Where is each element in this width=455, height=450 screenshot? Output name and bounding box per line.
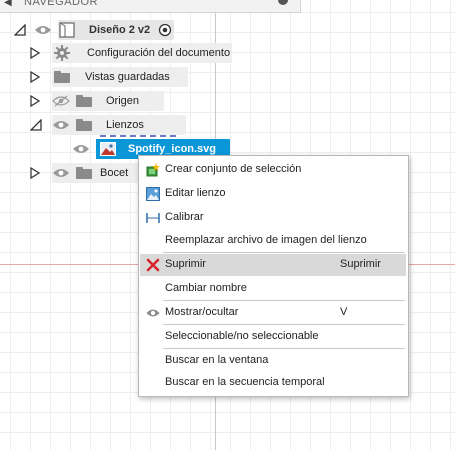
menu-separator xyxy=(163,348,405,349)
menu-separator xyxy=(163,300,405,301)
delete-x-icon xyxy=(146,258,160,272)
menu-item-create-selection-set[interactable]: Crear conjunto de selección xyxy=(140,159,406,181)
folder-icon xyxy=(76,119,92,131)
context-menu: Crear conjunto de selección Editar lienz… xyxy=(138,155,409,397)
menu-item-find-in-window[interactable]: Buscar en la ventana xyxy=(140,350,406,372)
menu-item-edit-canvas[interactable]: Editar lienzo xyxy=(140,183,406,205)
pin-icon[interactable] xyxy=(278,0,288,5)
gear-icon xyxy=(54,45,70,61)
document-icon xyxy=(59,22,75,38)
menu-item-label: Suprimir xyxy=(165,258,206,270)
menu-item-label: Mostrar/ocultar xyxy=(165,306,239,318)
browser-item-saved-views[interactable]: Vistas guardadas xyxy=(30,67,188,87)
menu-separator xyxy=(163,252,405,253)
active-radio-icon[interactable] xyxy=(158,23,172,37)
menu-item-label: Crear conjunto de selección xyxy=(165,163,302,175)
menu-item-selectable[interactable]: Seleccionable/no seleccionable xyxy=(140,326,406,348)
menu-item-label: Buscar en la ventana xyxy=(165,354,269,366)
expanded-triangle-icon[interactable] xyxy=(14,24,26,36)
menu-item-rename[interactable]: Cambiar nombre xyxy=(140,278,406,300)
folder-icon xyxy=(76,167,92,179)
item-label: Lienzos xyxy=(106,119,144,131)
navigator-header[interactable]: ◀ NAVEGADOR xyxy=(0,0,301,13)
folder-icon xyxy=(76,95,92,107)
eye-icon xyxy=(146,309,160,317)
eye-icon[interactable] xyxy=(52,119,70,131)
selection-set-icon xyxy=(146,163,160,177)
folder-icon xyxy=(54,71,70,83)
expanded-triangle-icon[interactable] xyxy=(30,119,42,131)
browser-item-sketches[interactable]: Bocet xyxy=(30,163,148,183)
eye-icon[interactable] xyxy=(34,24,52,36)
menu-item-calibrate[interactable]: Calibrar xyxy=(140,207,406,229)
menu-item-label: Cambiar nombre xyxy=(165,282,247,294)
menu-item-show-hide[interactable]: Mostrar/ocultar V xyxy=(140,302,406,324)
hidden-eye-icon[interactable] xyxy=(52,95,70,107)
browser-item-canvases[interactable]: Lienzos xyxy=(30,115,186,135)
edit-canvas-icon xyxy=(146,187,160,201)
menu-item-shortcut: V xyxy=(340,306,348,318)
eye-icon[interactable] xyxy=(72,143,90,155)
menu-item-replace-image[interactable]: Reemplazar archivo de imagen del lienzo xyxy=(140,230,406,252)
menu-item-label: Seleccionable/no seleccionable xyxy=(165,330,319,342)
menu-item-shortcut: Suprimir xyxy=(340,258,381,270)
canvas-image-icon xyxy=(100,142,116,156)
menu-item-delete[interactable]: Suprimir Suprimir xyxy=(140,254,406,276)
menu-item-label: Reemplazar archivo de imagen del lienzo xyxy=(165,234,367,246)
collapse-triangle-icon[interactable]: ◀ xyxy=(4,0,12,8)
browser-root-row[interactable]: Diseño 2 v2 xyxy=(12,20,192,40)
menu-item-label: Buscar en la secuencia temporal xyxy=(165,376,325,388)
collapsed-triangle-icon[interactable] xyxy=(30,71,40,83)
collapsed-triangle-icon[interactable] xyxy=(30,47,40,59)
menu-separator xyxy=(163,324,405,325)
menu-item-label: Calibrar xyxy=(165,211,204,223)
menu-item-label: Editar lienzo xyxy=(165,187,226,199)
item-label: Origen xyxy=(106,95,140,107)
calibrate-icon xyxy=(146,213,160,223)
item-label: Vistas guardadas xyxy=(85,71,170,83)
eye-icon[interactable] xyxy=(52,167,70,179)
collapsed-triangle-icon[interactable] xyxy=(30,167,40,179)
drop-indicator xyxy=(100,135,176,137)
browser-item-document-settings[interactable]: Configuración del documento xyxy=(30,43,232,63)
item-label: Configuración del documento xyxy=(87,47,231,59)
item-label: Spotify_icon.svg xyxy=(128,143,217,155)
collapsed-triangle-icon[interactable] xyxy=(30,95,40,107)
item-label: Bocet xyxy=(100,167,129,179)
browser-item-origin[interactable]: Origen xyxy=(30,91,164,111)
navigator-title: NAVEGADOR xyxy=(24,0,98,8)
root-label: Diseño 2 v2 xyxy=(89,24,151,36)
menu-item-find-in-timeline[interactable]: Buscar en la secuencia temporal xyxy=(140,372,406,394)
